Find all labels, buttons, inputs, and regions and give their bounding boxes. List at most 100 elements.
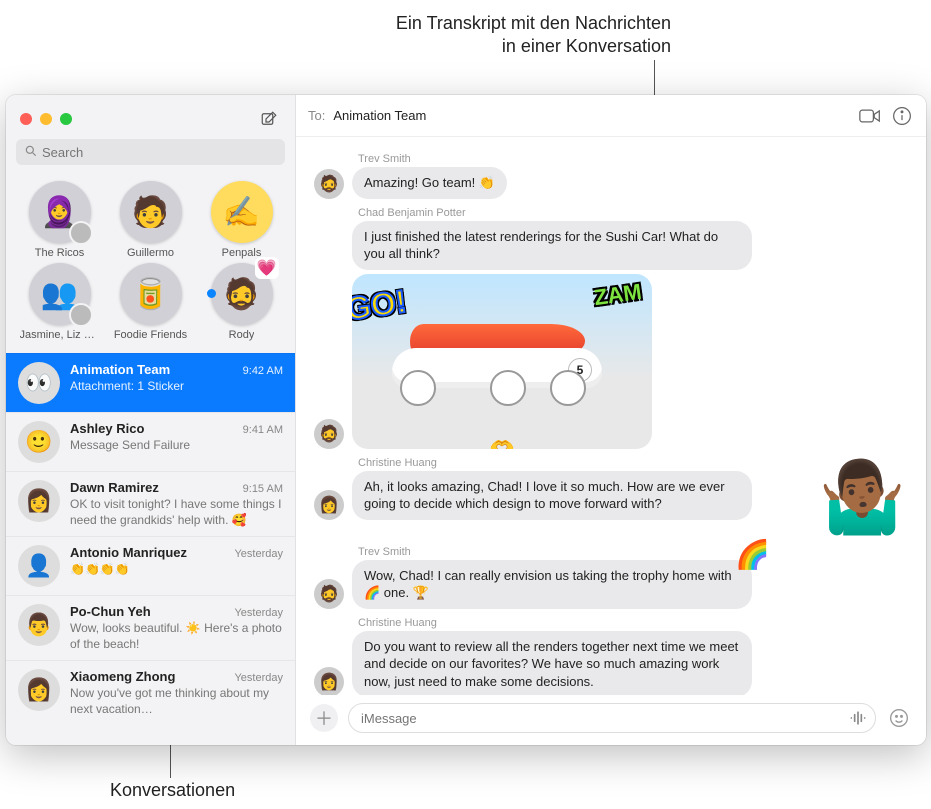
conversation-time: 9:15 AM	[243, 483, 283, 495]
conversation-preview: Now you've got me thinking about my next…	[70, 686, 283, 717]
conversation-preview: Attachment: 1 Sticker	[70, 379, 283, 395]
sticker-go: GO!	[352, 280, 409, 331]
conversation-row[interactable]: 🙂 Ashley Rico 9:41 AM Message Send Failure	[6, 412, 295, 471]
conversation-row[interactable]: 👤Antonio ManriquezYesterday👏👏👏👏	[6, 536, 295, 595]
conversation-row[interactable]: 👀 Animation Team 9:42 AM Attachment: 1 Stic…	[6, 353, 295, 412]
message-row: I just finished the latest renderings fo…	[314, 221, 908, 270]
message-input[interactable]	[348, 703, 876, 733]
avatar: ✍️	[211, 181, 273, 243]
to-value[interactable]: Animation Team	[333, 108, 426, 123]
message-bubble[interactable]: I just finished the latest renderings fo…	[352, 221, 752, 270]
avatar: 🧔💗	[211, 263, 273, 325]
message-bubble[interactable]: Ah, it looks amazing, Chad! I love it so…	[352, 471, 752, 520]
close-window-button[interactable]	[20, 113, 32, 125]
compose-button[interactable]	[257, 107, 281, 131]
conversation-preview: Wow, looks beautiful. ☀️ Here's a photo …	[70, 621, 283, 652]
conversation-row[interactable]: 👩 Dawn Ramirez 9:15 AM OK to visit tonight?…	[6, 471, 295, 536]
sticker-hands-icon: 🫶	[490, 436, 515, 449]
to-label: To:	[308, 108, 325, 123]
pinned-conversation[interactable]: 🧔💗 Rody	[196, 263, 287, 341]
zoom-window-button[interactable]	[60, 113, 72, 125]
messages-window: 🧕 The Ricos 🧑 Guillermo ✍️ Penpals 👥 Jasmine, L…	[6, 95, 926, 745]
sender-label: Trev Smith	[358, 546, 908, 558]
pinned-label: Penpals	[222, 247, 262, 259]
message-bubble[interactable]: Amazing! Go team! 👏	[352, 167, 507, 199]
conversation-name: Xiaomeng Zhong	[70, 669, 175, 684]
transcript[interactable]: Trev Smith 🧔 Amazing! Go team! 👏 Chad Benja…	[296, 137, 926, 695]
sender-label: Trev Smith	[358, 153, 908, 165]
conversation-time: 9:42 AM	[243, 365, 283, 377]
avatar: 🥫	[120, 263, 182, 325]
avatar: 👩	[314, 490, 344, 520]
avatar: 👩	[18, 480, 60, 522]
pinned-label: Rody	[229, 329, 255, 341]
search-input[interactable]	[16, 139, 285, 165]
callout-conversations: Konversationen	[110, 780, 235, 801]
pinned-label: Foodie Friends	[114, 329, 187, 341]
sidebar: 🧕 The Ricos 🧑 Guillermo ✍️ Penpals 👥 Jasmine, L…	[6, 95, 296, 745]
pinned-conversation[interactable]: 👥 Jasmine, Liz &…	[14, 263, 105, 341]
avatar: 👨	[18, 604, 60, 646]
pinned-conversation[interactable]: ✍️ Penpals	[196, 181, 287, 259]
conversation-header: To: Animation Team	[296, 95, 926, 137]
callout-transcript: Ein Transkript mit den Nachrichten in ei…	[180, 12, 671, 59]
details-button[interactable]	[890, 104, 914, 128]
conversation-time: Yesterday	[234, 672, 283, 684]
message-bubble[interactable]: Do you want to review all the renders to…	[352, 631, 752, 695]
sender-label: Chad Benjamin Potter	[358, 207, 908, 219]
avatar: 🧕	[29, 181, 91, 243]
unread-dot	[207, 289, 216, 298]
pinned-conversation[interactable]: 🧕 The Ricos	[14, 181, 105, 259]
avatar: 🙂	[18, 421, 60, 463]
message-row: 🧔 Amazing! Go team! 👏	[314, 167, 908, 199]
memoji-sticker: 🤷🏾‍♂️	[819, 462, 906, 532]
avatar: 👥	[29, 263, 91, 325]
reaction-icon: 💗	[255, 257, 279, 279]
avatar: 🧑	[120, 181, 182, 243]
facetime-button[interactable]	[858, 104, 882, 128]
callout-leader-bottom	[170, 745, 171, 778]
avatar: 👀	[18, 362, 60, 404]
conversation-list[interactable]: 👀 Animation Team 9:42 AM Attachment: 1 Stic…	[6, 353, 295, 745]
minimize-window-button[interactable]	[40, 113, 52, 125]
conversation-name: Ashley Rico	[70, 421, 144, 436]
conversation-preview: 👏👏👏👏	[70, 562, 283, 578]
conversation-row[interactable]: 👨 Po-Chun Yeh Yesterday Wow, looks beautifu…	[6, 595, 295, 660]
conversation-preview: OK to visit tonight? I have some things …	[70, 497, 283, 528]
message-row: 🧔5GO!ZAM🫶	[314, 274, 908, 449]
avatar: 🧔	[314, 419, 344, 449]
audio-message-button[interactable]	[848, 708, 868, 731]
conversation-time: Yesterday	[234, 607, 283, 619]
conversation-time: 9:41 AM	[243, 424, 283, 436]
window-controls	[6, 95, 295, 139]
avatar: 👩	[314, 667, 344, 695]
callout-line2: in einer Konversation	[180, 35, 671, 58]
message-bubble[interactable]: Wow, Chad! I can really envision us taki…	[352, 560, 752, 609]
pinned-label: The Ricos	[35, 247, 85, 259]
conversation-name: Po-Chun Yeh	[70, 604, 151, 619]
sticker-zam: ZAM	[593, 276, 644, 312]
pinned-label: Guillermo	[127, 247, 174, 259]
message-image[interactable]: 5GO!ZAM🫶	[352, 274, 652, 449]
conversation-name: Animation Team	[70, 362, 170, 377]
apps-button[interactable]: ＋	[310, 704, 338, 732]
pinned-grid: 🧕 The Ricos 🧑 Guillermo ✍️ Penpals 👥 Jasmine, L…	[6, 175, 295, 353]
conversation-pane: To: Animation Team Trev Smith 🧔 Amazing! G…	[296, 95, 926, 745]
message-row: 👩 Do you want to review all the renders t…	[314, 631, 908, 695]
pinned-conversation[interactable]: 🥫 Foodie Friends	[105, 263, 196, 341]
pinned-conversation[interactable]: 🧑 Guillermo	[105, 181, 196, 259]
emoji-picker-button[interactable]	[886, 705, 912, 731]
conversation-name: Dawn Ramirez	[70, 480, 159, 495]
rainbow-sticker: 🌈	[735, 536, 770, 574]
composer: ＋	[296, 695, 926, 745]
message-row: 🧔 Wow, Chad! I can really envision us tak…	[314, 560, 908, 609]
message-row: 👩 Ah, it looks amazing, Chad! I love it s…	[314, 471, 908, 520]
avatar: 👤	[18, 545, 60, 587]
pinned-label: Jasmine, Liz &…	[20, 329, 100, 341]
avatar: 🧔	[314, 579, 344, 609]
conversation-row[interactable]: 👩Xiaomeng ZhongYesterdayNow you've got m…	[6, 660, 295, 725]
sender-label: Christine Huang	[358, 617, 908, 629]
callout-line1: Ein Transkript mit den Nachrichten	[180, 12, 671, 35]
avatar: 🧔	[314, 169, 344, 199]
conversation-preview: Message Send Failure	[70, 438, 283, 454]
